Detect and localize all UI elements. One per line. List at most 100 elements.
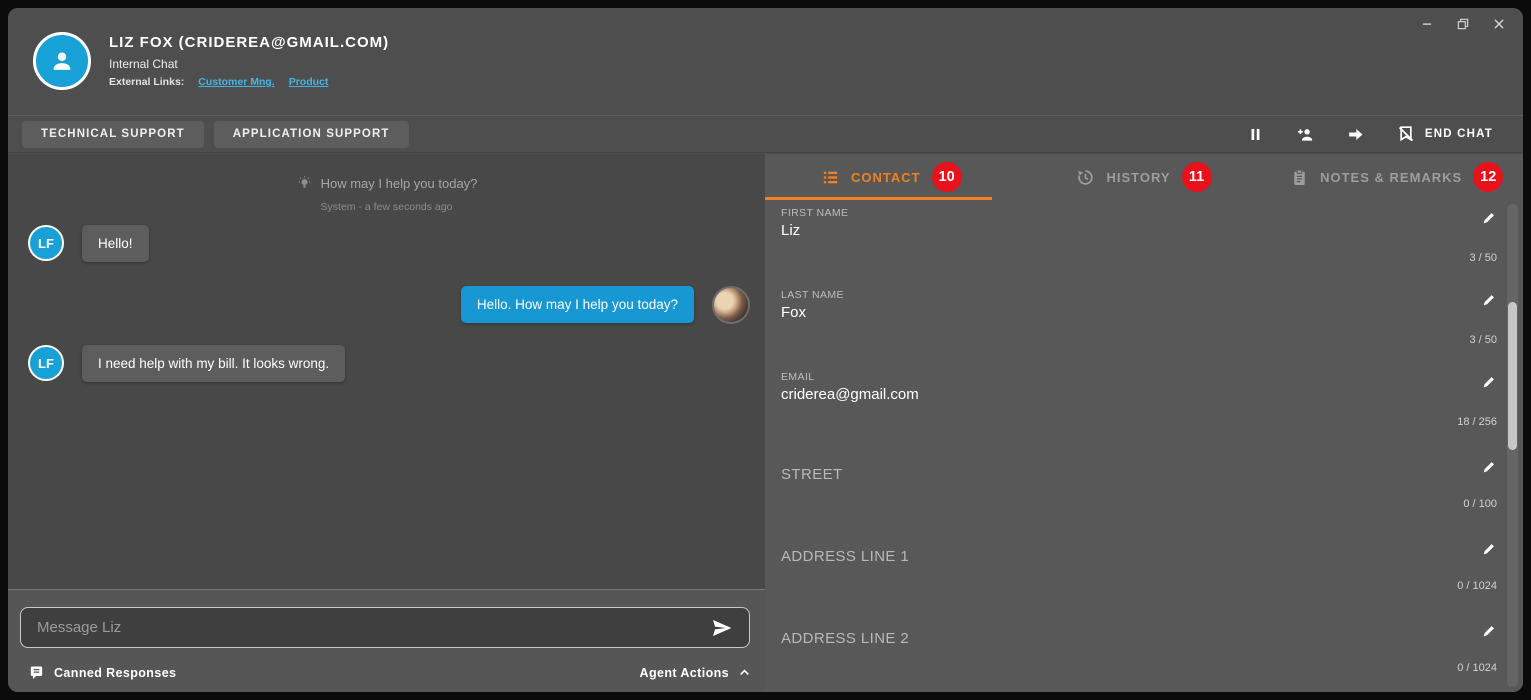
details-panel: CONTACT 10 HISTORY 11 NOTES & REMARKS 12	[765, 154, 1523, 692]
chat-panel: How may I help you today? System - a few…	[8, 154, 765, 692]
tab-contact[interactable]: CONTACT 10	[765, 154, 1018, 200]
restore-icon	[1456, 17, 1470, 31]
annotation-badge-11: 11	[1182, 162, 1212, 192]
annotation-badge-10: 10	[932, 162, 962, 192]
pencil-icon	[1481, 374, 1497, 390]
close-icon	[1492, 17, 1506, 31]
send-icon	[710, 616, 734, 640]
edit-street-button[interactable]	[1480, 459, 1497, 476]
customer-title: LIZ FOX (CRIDEREA@GMAIL.COM)	[109, 34, 389, 51]
field-label: ADDRESS LINE 1	[781, 548, 909, 565]
tab-notes-remarks[interactable]: NOTES & REMARKS 12	[1270, 154, 1523, 200]
char-counter: 0 / 100	[1463, 498, 1497, 510]
char-counter: 0 / 1024	[1457, 580, 1497, 592]
field-street: STREET 0 / 100	[765, 446, 1523, 528]
edit-email-button[interactable]	[1480, 374, 1497, 391]
system-message-meta: System - a few seconds ago	[8, 201, 765, 213]
scrollbar-thumb[interactable]	[1508, 302, 1517, 450]
message-bubble: Hello!	[82, 225, 149, 262]
department-tab-technical-support[interactable]: TECHNICAL SUPPORT	[22, 121, 204, 148]
lightbulb-icon	[296, 175, 313, 192]
system-message: How may I help you today? System - a few…	[8, 154, 765, 213]
message-bubble-agent: Hello. How may I help you today?	[461, 286, 694, 323]
message-bubble: I need help with my bill. It looks wrong…	[82, 345, 345, 382]
external-links-label: External Links:	[109, 76, 184, 88]
details-tabs: CONTACT 10 HISTORY 11 NOTES & REMARKS 12	[765, 154, 1523, 200]
char-counter: 3 / 50	[1469, 334, 1497, 346]
field-first-name: FIRST NAME Liz 3 / 50	[765, 200, 1523, 282]
person-icon	[47, 46, 77, 76]
canned-responses-icon	[28, 664, 45, 681]
close-button[interactable]	[1489, 15, 1509, 33]
field-label: STREET	[781, 466, 843, 483]
external-links: External Links: Customer Mng. Product	[109, 76, 389, 88]
contact-fields: FIRST NAME Liz 3 / 50 LAST NAME Fox 3 / …	[765, 200, 1523, 692]
chevron-up-icon	[738, 666, 751, 679]
end-chat-label: END CHAT	[1425, 128, 1493, 140]
field-value: criderea@gmail.com	[781, 386, 919, 403]
field-address-line-2: ADDRESS LINE 2 0 / 1024	[765, 610, 1523, 692]
message-input[interactable]	[37, 619, 708, 636]
field-label: LAST NAME	[781, 289, 844, 301]
history-icon	[1076, 168, 1095, 187]
edit-last-name-button[interactable]	[1480, 292, 1497, 309]
message-input-wrap	[20, 607, 750, 648]
edit-address-line-2-button[interactable]	[1480, 623, 1497, 640]
add-person-icon	[1296, 125, 1315, 144]
field-value: Liz	[781, 222, 800, 239]
minimize-button[interactable]	[1417, 15, 1437, 33]
chat-toolbar: TECHNICAL SUPPORT APPLICATION SUPPORT EN…	[8, 115, 1523, 153]
field-label: EMAIL	[781, 371, 815, 383]
field-label: ADDRESS LINE 2	[781, 630, 909, 647]
end-chat-button[interactable]: END CHAT	[1396, 124, 1493, 144]
list-icon	[821, 168, 840, 187]
pencil-icon	[1481, 541, 1497, 557]
visitor-avatar: LF	[28, 345, 64, 381]
visitor-avatar: LF	[28, 225, 64, 261]
agent-actions-button[interactable]: Agent Actions	[640, 666, 751, 680]
chat-footer: Canned Responses Agent Actions	[8, 589, 765, 692]
invite-agent-button[interactable]	[1294, 122, 1318, 146]
tab-history[interactable]: HISTORY 11	[1018, 154, 1271, 200]
system-message-text: How may I help you today?	[321, 176, 478, 191]
customer-avatar	[33, 32, 91, 90]
edit-address-line-1-button[interactable]	[1480, 541, 1497, 558]
agent-avatar	[712, 286, 750, 324]
canned-responses-button[interactable]: Canned Responses	[28, 664, 176, 681]
char-counter: 3 / 50	[1469, 252, 1497, 264]
field-address-line-1: ADDRESS LINE 1 0 / 1024	[765, 528, 1523, 610]
pencil-icon	[1481, 210, 1497, 226]
end-chat-flag-icon	[1396, 124, 1416, 144]
main-content: How may I help you today? System - a few…	[8, 154, 1523, 692]
field-email: EMAIL criderea@gmail.com 18 / 256	[765, 364, 1523, 446]
annotation-badge-12: 12	[1473, 162, 1503, 192]
department-tab-application-support[interactable]: APPLICATION SUPPORT	[214, 121, 409, 148]
window-controls	[1417, 15, 1509, 33]
transfer-arrow-icon	[1346, 125, 1365, 144]
app-window: LIZ FOX (CRIDEREA@GMAIL.COM) Internal Ch…	[8, 8, 1523, 692]
char-counter: 0 / 1024	[1457, 662, 1497, 674]
clipboard-icon	[1290, 168, 1309, 187]
pencil-icon	[1481, 459, 1497, 475]
restore-button[interactable]	[1453, 15, 1473, 33]
char-counter: 18 / 256	[1457, 416, 1497, 428]
field-label: FIRST NAME	[781, 207, 848, 219]
pencil-icon	[1481, 292, 1497, 308]
canned-responses-label: Canned Responses	[54, 666, 176, 680]
tab-notes-remarks-label: NOTES & REMARKS	[1320, 170, 1462, 185]
tab-contact-label: CONTACT	[851, 170, 921, 185]
edit-first-name-button[interactable]	[1480, 210, 1497, 227]
message-row-agent-1: Hello. How may I help you today?	[8, 286, 765, 324]
screen: LIZ FOX (CRIDEREA@GMAIL.COM) Internal Ch…	[0, 0, 1531, 700]
minimize-icon	[1420, 17, 1434, 31]
pencil-icon	[1481, 623, 1497, 639]
panel-scrollbar[interactable]	[1507, 204, 1518, 687]
tab-history-label: HISTORY	[1106, 170, 1170, 185]
field-value: Fox	[781, 304, 806, 321]
transfer-chat-button[interactable]	[1344, 122, 1368, 146]
pause-chat-button[interactable]	[1244, 122, 1268, 146]
external-link-customer-mng[interactable]: Customer Mng.	[198, 76, 274, 88]
send-button[interactable]	[708, 614, 736, 642]
external-link-product[interactable]: Product	[289, 76, 329, 88]
agent-actions-label: Agent Actions	[640, 666, 729, 680]
